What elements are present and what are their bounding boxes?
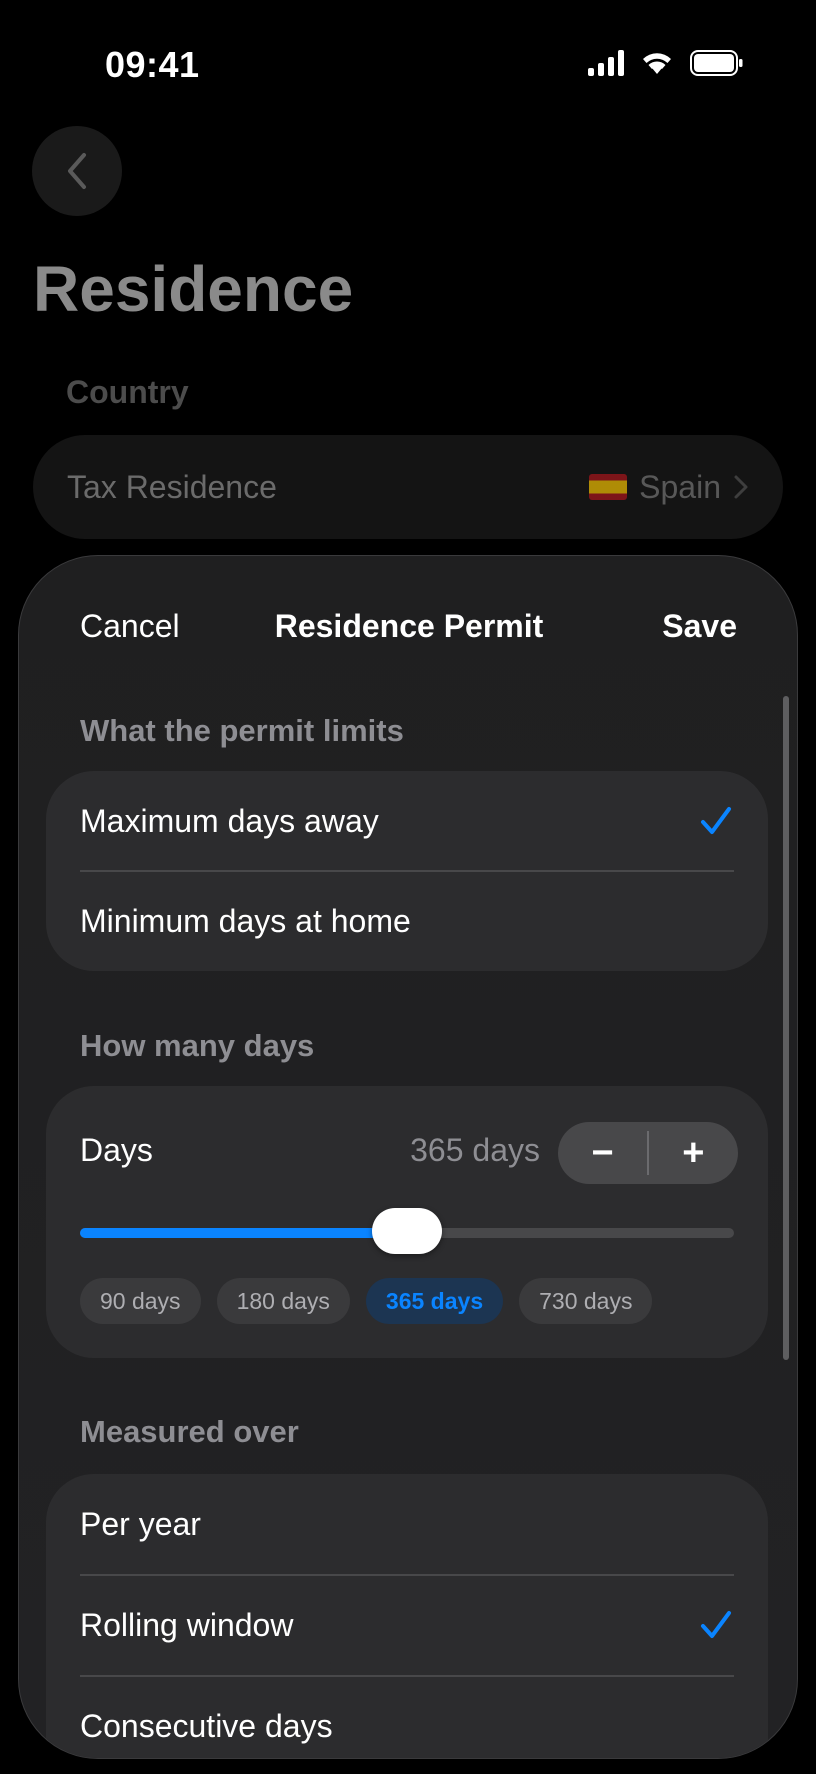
battery-icon xyxy=(690,50,743,76)
option-minimum-days-at-home[interactable]: Minimum days at home xyxy=(46,871,768,971)
option-label: Minimum days at home xyxy=(80,902,411,939)
cellular-signal-icon xyxy=(588,50,624,76)
back-button[interactable] xyxy=(32,126,122,216)
preset-chip[interactable]: 365 days xyxy=(365,1278,504,1324)
preset-chip[interactable]: 90 days xyxy=(80,1278,201,1324)
option-maximum-days-away[interactable]: Maximum days away xyxy=(46,771,768,871)
measured-group: Per year Rolling window Consecutive days xyxy=(46,1474,768,1758)
page-title: Residence xyxy=(33,253,354,325)
save-button[interactable]: Save xyxy=(662,608,737,645)
status-time: 09:41 xyxy=(105,44,200,85)
tax-residence-value: Spain xyxy=(589,469,749,506)
decrement-button[interactable]: − xyxy=(558,1122,647,1184)
checkmark-icon xyxy=(701,1611,731,1638)
section-header-country: Country xyxy=(66,374,189,410)
checkmark-icon xyxy=(701,807,731,834)
tax-residence-label: Tax Residence xyxy=(67,468,277,505)
section-header-measured: Measured over xyxy=(80,1414,299,1449)
section-header-limits: What the permit limits xyxy=(80,713,404,748)
tax-residence-country: Spain xyxy=(639,468,721,505)
days-value: 365 days xyxy=(410,1132,540,1168)
limits-group: Maximum days away Minimum days at home xyxy=(46,771,768,971)
option-consecutive-days[interactable]: Consecutive days xyxy=(46,1676,768,1758)
section-header-how-many: How many days xyxy=(80,1028,315,1063)
spain-flag-icon xyxy=(589,474,628,500)
option-label: Per year xyxy=(80,1505,201,1542)
preset-chip[interactable]: 730 days xyxy=(519,1278,653,1324)
option-label: Maximum days away xyxy=(80,802,379,839)
cancel-button[interactable]: Cancel xyxy=(80,608,180,645)
option-label: Consecutive days xyxy=(80,1707,333,1744)
increment-button[interactable]: + xyxy=(649,1122,738,1184)
tax-residence-row[interactable]: Tax Residence Spain xyxy=(33,435,783,539)
scrollbar[interactable] xyxy=(783,696,789,1360)
days-group: Days 365 days − + 90 days 180 days 365 day… xyxy=(46,1086,768,1358)
option-per-year[interactable]: Per year xyxy=(46,1474,768,1574)
preset-chips: 90 days 180 days 365 days 730 days xyxy=(80,1278,653,1324)
residence-permit-sheet: Cancel Residence Permit Save What the pe… xyxy=(18,555,798,1759)
option-label: Rolling window xyxy=(80,1606,294,1643)
preset-chip[interactable]: 180 days xyxy=(216,1278,350,1324)
days-stepper: − + xyxy=(558,1122,738,1184)
wifi-icon xyxy=(643,53,671,74)
days-slider-thumb[interactable] xyxy=(372,1208,442,1254)
option-rolling-window[interactable]: Rolling window xyxy=(46,1575,768,1675)
days-label: Days xyxy=(80,1132,153,1168)
status-icons xyxy=(588,50,744,76)
chevron-right-icon xyxy=(734,475,748,499)
days-slider-fill xyxy=(80,1228,407,1238)
chevron-left-icon xyxy=(68,153,86,189)
